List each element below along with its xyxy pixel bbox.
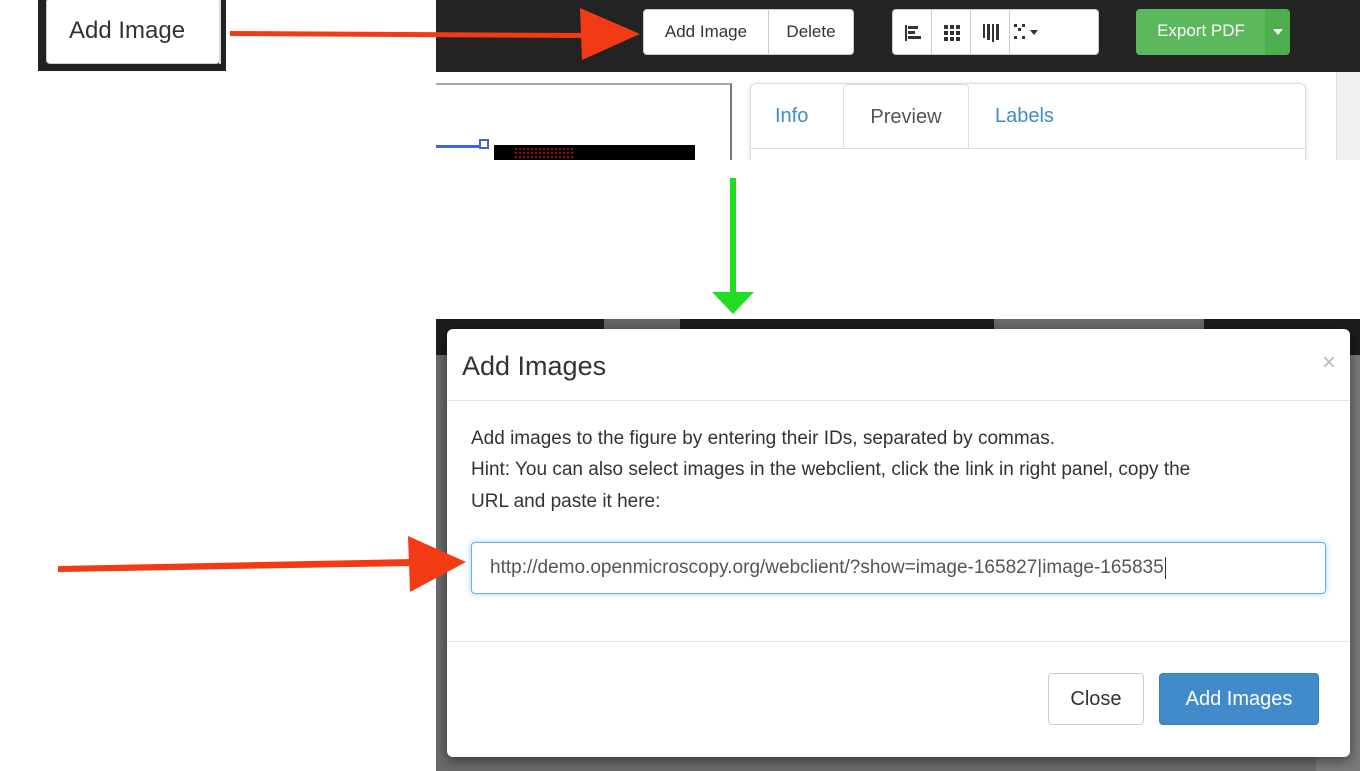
footer-divider [447, 641, 1350, 642]
export-pdf-button[interactable]: Export PDF [1136, 9, 1266, 55]
toolbar-screenshot: Add Image Delete Export PDF Info Preview… [436, 0, 1360, 160]
columns-icon [983, 24, 999, 42]
header-divider [447, 400, 1350, 401]
expand-icon [1014, 24, 1038, 39]
dialog-hint-line: Hint: You can also select images in the … [471, 459, 1191, 480]
input-value: http://demo.openmicroscopy.org/webclient… [490, 557, 1164, 578]
background-add-image-button [994, 319, 1204, 329]
image-ids-input[interactable]: http://demo.openmicroscopy.org/webclient… [471, 542, 1326, 594]
align-left-button[interactable] [892, 9, 932, 55]
caret-down-icon [1273, 29, 1283, 35]
dialog-title: Add Images [462, 351, 607, 381]
dialog-instructions-line: Add images to the figure by entering the… [471, 428, 1056, 449]
right-panel: Info Preview Labels [750, 83, 1306, 160]
text-cursor [1164, 556, 1166, 579]
delete-button[interactable]: Delete [768, 9, 854, 55]
grid-icon [944, 25, 960, 41]
expand-dropdown-button[interactable] [1009, 9, 1099, 55]
add-images-button[interactable]: Add Images [1159, 673, 1319, 725]
scrollbar-track[interactable] [1336, 72, 1360, 160]
microscopy-image-texture [514, 147, 574, 160]
dialog-hint-line-2: URL and paste it here: [471, 491, 661, 512]
tab-preview[interactable]: Preview [843, 84, 969, 149]
close-icon[interactable]: × [1322, 349, 1336, 377]
modal-screenshot: Add Images × Add images to the figure by… [436, 319, 1360, 771]
tab-info[interactable]: Info [775, 84, 808, 148]
figure-panel-image[interactable] [494, 145, 695, 160]
zoomed-toolbar-crop: Add Image [38, 0, 226, 71]
top-toolbar: Add Image Delete Export PDF [436, 0, 1360, 72]
tab-divider [751, 148, 1305, 149]
add-image-button[interactable]: Add Image [643, 9, 769, 55]
red-arrow-input [58, 536, 466, 592]
add-images-dialog: Add Images × Add images to the figure by… [447, 329, 1350, 757]
close-button[interactable]: Close [1048, 673, 1144, 725]
button-divider [219, 0, 221, 64]
columns-button[interactable] [970, 9, 1010, 55]
green-arrow-down [712, 178, 754, 314]
align-left-icon [905, 25, 921, 41]
background-save-button [604, 319, 680, 329]
tab-labels[interactable]: Labels [995, 84, 1054, 148]
resize-handle[interactable] [479, 139, 489, 149]
export-dropdown-toggle[interactable] [1265, 9, 1290, 55]
grid-button[interactable] [931, 9, 971, 55]
zoomed-add-image-button[interactable]: Add Image [46, 0, 220, 64]
